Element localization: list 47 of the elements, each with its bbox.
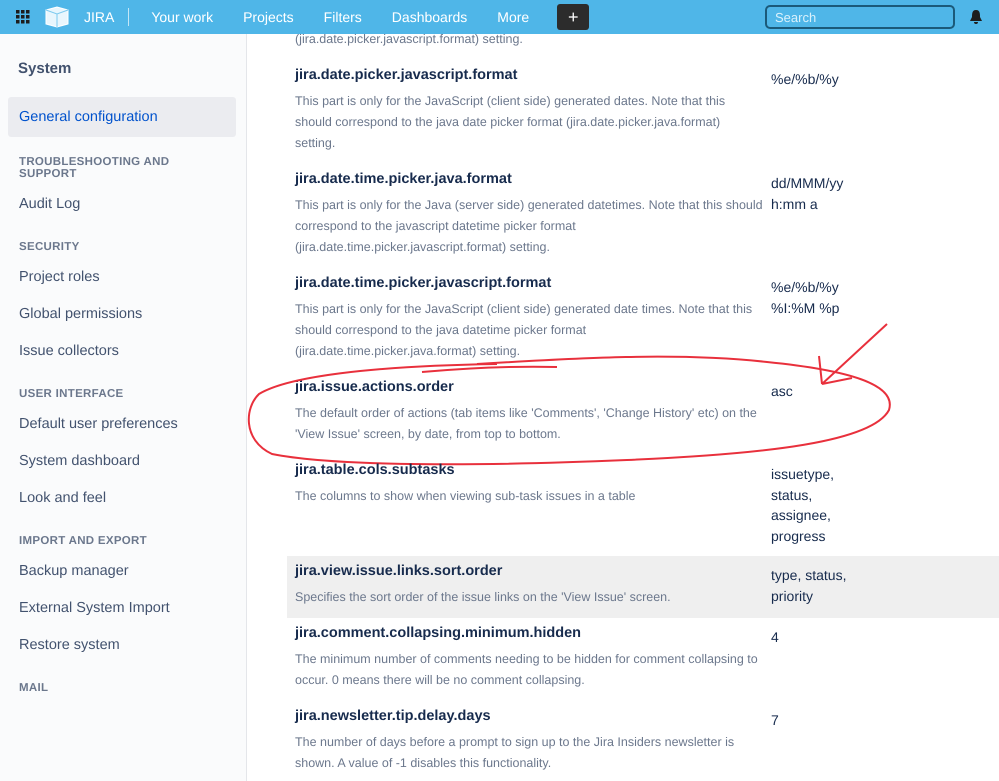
setting-value: %e/%b/%y %I:%M %p — [770, 278, 840, 318]
section-heading: USER INTERFACE — [18, 387, 125, 402]
setting-description: (jira.date.picker.javascript.format) setting. — [294, 32, 524, 48]
sidebar-title: System — [17, 59, 72, 79]
setting-key: jira.comment.collapsing.minimum.hidden — [295, 625, 763, 641]
sidebar-item[interactable]: Look and feel — [8, 480, 236, 516]
setting-key: jira.date.picker.javascript.format — [295, 67, 763, 83]
product-name: JIRA — [84, 9, 114, 25]
sidebar-item[interactable]: Backup manager — [8, 553, 236, 589]
sidebar-item[interactable]: Audit Log — [8, 186, 236, 222]
setting-description: The minimum number of comments needing to be hidden for comment collapsing to occur. 0 means there will be no comment collapsing. — [295, 651, 759, 689]
bell-icon[interactable] — [969, 9, 983, 25]
setting-description: This part is only for the Java (server side) generated datetimes. Note that this should correspond to the javascript datetime picker format (jira.date.time.picker.javascript.format) setting. — [295, 197, 763, 256]
setting-description: The default order of actions (tab items like 'Comments', 'Change History' etc) on the 'View Issue' screen, by date, from top to bottom. — [295, 405, 758, 443]
setting-description: This part is only for the JavaScript (client side) generated date times. Note that this should correspond to the java datetime picker format (jira.date.time.picker.java.format) setting. — [295, 301, 754, 360]
setting-value: issuetype, status, assignee, progress — [770, 465, 834, 546]
sidebar-item[interactable]: External System Import — [8, 590, 236, 626]
setting-value: type, status, priority — [770, 566, 846, 606]
section-heading: IMPORT AND EXPORT — [18, 534, 148, 549]
create-button[interactable]: + — [557, 4, 590, 30]
sidebar-item[interactable]: Global permissions — [8, 296, 236, 332]
setting-value: 7 — [770, 711, 779, 730]
setting-description: The number of days before a prompt to sign up to the Jira Insiders newsletter is shown. A value of -1 disables this functionality. — [295, 734, 736, 772]
sidebar-item[interactable]: System dashboard — [8, 443, 236, 479]
setting-description: The columns to show when viewing sub-task issues in a table — [295, 488, 636, 505]
sidebar-item[interactable]: Restore system — [8, 627, 236, 663]
setting-key: jira.table.cols.subtasks — [295, 462, 763, 478]
setting-value: asc — [770, 382, 793, 401]
setting-key: jira.date.time.picker.java.format — [295, 171, 763, 187]
sidebar-item[interactable]: Project roles — [8, 259, 236, 295]
setting-key: jira.date.time.picker.javascript.format — [295, 275, 763, 291]
setting-description: Specifies the sort order of the issue links on the 'View Issue' screen. — [295, 589, 672, 606]
sidebar-item[interactable]: General configuration — [8, 97, 236, 137]
setting-key: jira.view.issue.links.sort.order — [295, 563, 763, 579]
section-heading: SECURITY — [18, 240, 81, 255]
setting-key: jira.issue.actions.order — [295, 379, 763, 395]
setting-key: jira.newsletter.tip.delay.days — [295, 708, 763, 724]
search-field[interactable]: Search — [765, 5, 955, 29]
section-heading: MAIL — [18, 681, 50, 696]
setting-value: dd/MMM/yy h:mm a — [770, 174, 844, 214]
section-heading: TROUBLESHOOTING AND SUPPORT — [18, 155, 170, 182]
setting-value: %e/%b/%y — [770, 70, 839, 89]
app-grid-icon[interactable] — [16, 10, 30, 24]
setting-description: This part is only for the JavaScript (client side) generated dates. Note that this should correspond to the java date picker format (jira.date.picker.java.format) setting. — [295, 93, 726, 152]
sidebar-item[interactable]: Default user preferences — [8, 406, 236, 442]
setting-value: 4 — [770, 628, 779, 647]
sidebar-item[interactable]: Issue collectors — [8, 333, 236, 369]
